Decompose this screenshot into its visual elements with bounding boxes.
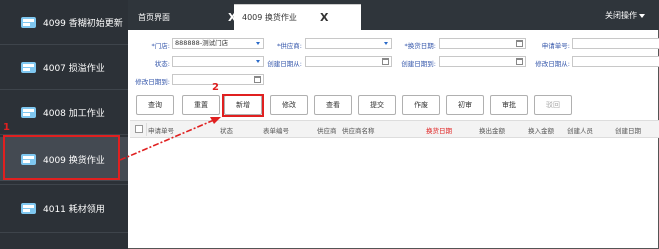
annotation-arrow xyxy=(119,117,221,161)
